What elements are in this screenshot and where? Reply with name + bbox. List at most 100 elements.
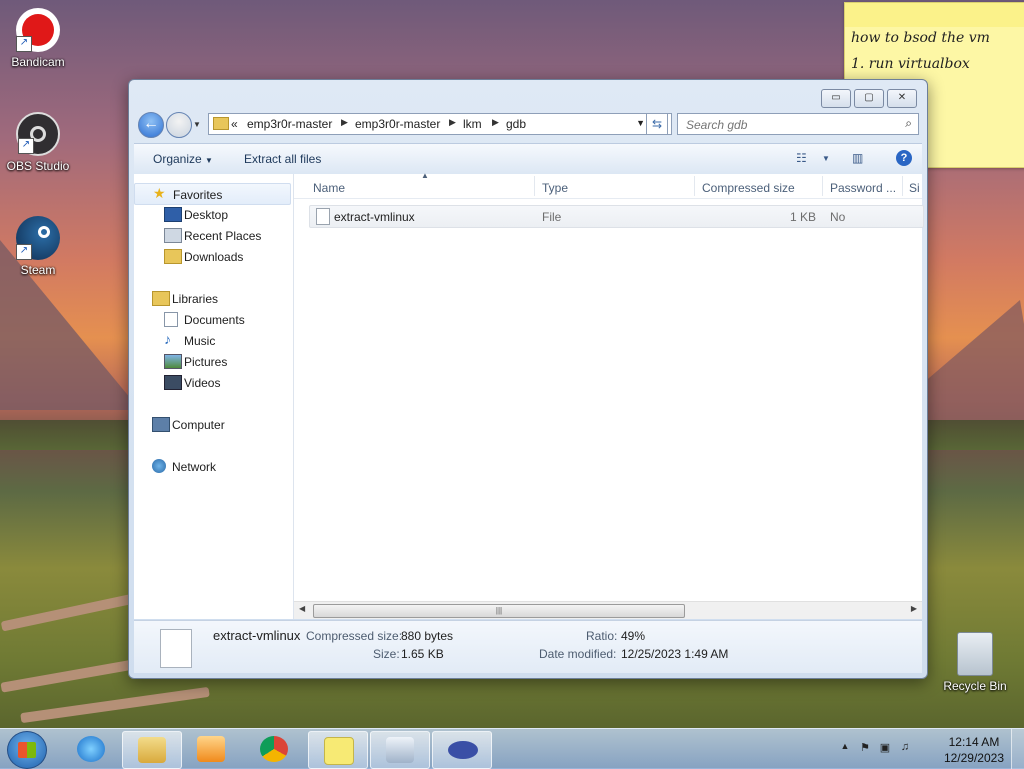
nav-item-network[interactable]: Network xyxy=(134,456,293,476)
music-icon: ♪ xyxy=(164,331,171,347)
extract-all-button[interactable]: Extract all files xyxy=(244,152,321,166)
taskbar-ie[interactable] xyxy=(62,731,120,767)
scroll-right-icon[interactable]: ▶ xyxy=(911,604,917,613)
breadcrumb-chevron-icon[interactable]: ▶ xyxy=(449,117,456,128)
nav-item-pictures[interactable]: Pictures xyxy=(134,351,293,371)
nav-item-libraries[interactable]: Libraries xyxy=(134,288,293,308)
view-options-icon[interactable]: ☷ xyxy=(796,151,807,165)
nav-item-music[interactable]: ♪ Music xyxy=(134,330,293,350)
nav-item-documents[interactable]: Documents xyxy=(134,309,293,329)
column-header-type[interactable]: Type xyxy=(542,181,568,195)
nav-item-favorites[interactable]: ★ Favorites xyxy=(134,183,291,205)
help-icon[interactable]: ? xyxy=(896,150,912,166)
command-bar: Organize ▼ Extract all files ☷ ▼ ▥ ? xyxy=(134,143,922,175)
file-icon xyxy=(316,208,330,225)
desktop-icon-bandicam[interactable]: ↗ Bandicam xyxy=(0,8,76,69)
nav-label: Pictures xyxy=(184,355,228,369)
forward-button[interactable] xyxy=(166,112,192,138)
taskbar-media-player[interactable] xyxy=(182,731,240,767)
volume-muted-icon[interactable]: ♫ xyxy=(898,741,912,755)
nav-label: Documents xyxy=(184,313,245,327)
back-arrow-icon: ← xyxy=(143,115,159,132)
desktop-icon-steam[interactable]: ↗ Steam xyxy=(0,216,76,277)
nav-item-downloads[interactable]: Downloads xyxy=(134,246,293,266)
column-header-name[interactable]: Name xyxy=(313,181,345,195)
address-dropdown-icon[interactable]: ▼ xyxy=(636,118,645,128)
nav-label: Desktop xyxy=(184,208,229,222)
file-row[interactable]: extract-vmlinux File 1 KB No xyxy=(309,205,924,228)
column-header-compressed-size[interactable]: Compressed size xyxy=(702,181,795,195)
view-dropdown-icon[interactable]: ▼ xyxy=(822,154,830,163)
desktop-icon-obs[interactable]: ↗ OBS Studio xyxy=(0,112,76,173)
breadcrumb-chevron-icon[interactable]: ▶ xyxy=(492,117,499,128)
organize-button[interactable]: Organize ▼ xyxy=(153,152,213,166)
system-tray: ▲ ⚑ ▣ ♫ 12:14 AM 12/29/2023 xyxy=(834,729,1024,769)
column-divider[interactable] xyxy=(694,176,695,196)
explorer-window[interactable]: ▭ ▢ ✕ ← ▼ « emp3r0r-master ▶ emp3r0r-mas… xyxy=(128,79,928,679)
star-icon: ★ xyxy=(153,185,166,201)
taskbar-keyboard[interactable] xyxy=(370,731,430,769)
network-icon xyxy=(152,459,166,473)
desktop-icon-label: Recycle Bin xyxy=(943,679,1007,693)
recent-pages-dropdown-icon[interactable]: ▼ xyxy=(193,120,201,129)
breadcrumb-chevron-icon[interactable]: ▶ xyxy=(341,117,348,128)
infinity-app-icon xyxy=(448,741,478,759)
clock[interactable]: 12:14 AM 12/29/2023 xyxy=(944,734,1004,766)
sticky-notes-icon xyxy=(324,737,354,765)
details-compressed-size: 880 bytes xyxy=(401,629,454,643)
nav-label: Downloads xyxy=(184,250,244,264)
preview-pane-icon[interactable]: ▥ xyxy=(852,151,863,165)
column-header-password[interactable]: Password ... xyxy=(830,181,896,195)
scroll-left-icon[interactable]: ◀ xyxy=(299,604,305,613)
start-button[interactable] xyxy=(7,731,47,769)
breadcrumb-item[interactable]: emp3r0r-master xyxy=(247,117,332,131)
internet-explorer-icon xyxy=(77,736,105,762)
nav-item-videos[interactable]: Videos xyxy=(134,372,293,392)
search-input[interactable] xyxy=(684,116,888,134)
breadcrumb-item[interactable]: emp3r0r-master xyxy=(355,117,440,131)
nav-label: Recent Places xyxy=(184,229,262,243)
address-overflow[interactable]: « xyxy=(231,117,238,131)
back-button[interactable]: ← xyxy=(138,112,164,138)
nav-item-desktop[interactable]: Desktop xyxy=(134,204,293,224)
action-center-icon[interactable]: ⚑ xyxy=(858,741,872,755)
column-divider[interactable] xyxy=(534,176,535,196)
column-header-size[interactable]: Si xyxy=(909,181,920,195)
breadcrumb-item[interactable]: gdb xyxy=(506,117,526,131)
nav-label: Music xyxy=(184,334,216,348)
file-name: extract-vmlinux xyxy=(334,210,415,224)
desktop-icon-recycle-bin[interactable]: Recycle Bin xyxy=(937,632,1013,693)
taskbar: ▲ ⚑ ▣ ♫ 12:14 AM 12/29/2023 xyxy=(0,728,1024,769)
network-status-icon[interactable]: ▣ xyxy=(878,741,892,755)
recent-places-icon xyxy=(164,228,182,243)
search-box[interactable]: ⌕ xyxy=(677,113,919,135)
column-divider[interactable] xyxy=(902,176,903,196)
taskbar-chrome[interactable] xyxy=(245,731,303,767)
maximize-button[interactable]: ▢ xyxy=(854,89,884,108)
sticky-note-text[interactable]: how to bsod the vm 1. run virtualbox xyxy=(845,15,1024,87)
refresh-button[interactable]: ⇆ xyxy=(646,113,668,135)
bandicam-icon: ↗ xyxy=(16,8,60,52)
refresh-icon: ⇆ xyxy=(651,117,663,131)
search-icon[interactable]: ⌕ xyxy=(905,116,912,131)
nav-item-recent-places[interactable]: Recent Places xyxy=(134,225,293,245)
taskbar-sticky-notes[interactable] xyxy=(308,731,368,769)
taskbar-explorer[interactable] xyxy=(122,731,182,769)
nav-item-computer[interactable]: Computer xyxy=(134,414,293,434)
scrollbar-thumb[interactable]: ||| xyxy=(313,604,685,618)
obs-icon: ↗ xyxy=(16,112,60,156)
taskbar-app[interactable] xyxy=(432,731,492,769)
address-bar[interactable]: « emp3r0r-master ▶ emp3r0r-master ▶ lkm … xyxy=(208,113,672,135)
column-divider[interactable] xyxy=(822,176,823,196)
show-desktop-button[interactable] xyxy=(1011,729,1024,769)
horizontal-scrollbar[interactable]: ◀ ||| ▶ xyxy=(294,601,922,619)
explorer-content: ★ Favorites Desktop Recent Places Downlo… xyxy=(134,171,924,619)
desktop-icon xyxy=(164,207,182,222)
close-button[interactable]: ✕ xyxy=(887,89,917,108)
show-hidden-icons-icon[interactable]: ▲ xyxy=(838,741,852,755)
file-compressed-size: 1 KB xyxy=(789,210,816,224)
breadcrumb-item[interactable]: lkm xyxy=(463,117,482,131)
steam-icon: ↗ xyxy=(16,216,60,260)
minimize-button[interactable]: ▭ xyxy=(821,89,851,108)
clock-time: 12:14 AM xyxy=(948,735,1000,749)
